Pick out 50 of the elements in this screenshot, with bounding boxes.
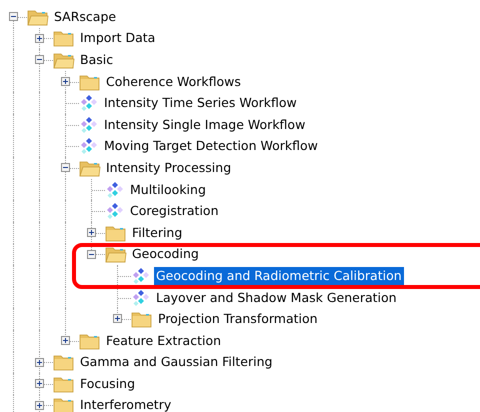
folder-icon [131, 310, 153, 328]
expand-toggle[interactable] [61, 336, 70, 345]
tree-item[interactable]: Geocoding and Radiometric Calibration [154, 266, 404, 285]
folder-icon [53, 29, 75, 48]
open-folder-icon [105, 245, 127, 264]
diamond-tool-icon [105, 202, 125, 220]
expand-toggle[interactable] [113, 314, 122, 324]
diamond-tool-icon [131, 288, 151, 307]
tree-item[interactable]: Multilooking [128, 180, 208, 199]
tree-item[interactable]: Coregistration [128, 202, 220, 220]
folder-icon [53, 374, 75, 393]
open-folder-icon [79, 158, 101, 177]
expand-toggle[interactable] [35, 379, 44, 388]
diamond-tool-icon [105, 180, 125, 199]
expand-toggle[interactable] [35, 34, 44, 43]
collapse-toggle[interactable] [87, 250, 96, 259]
tree-item[interactable]: Moving Target Detection Workflow [102, 137, 320, 156]
diamond-tool-icon [79, 137, 99, 156]
tree-item[interactable]: SARscape [52, 8, 118, 26]
collapse-toggle[interactable] [61, 163, 70, 172]
tree-item[interactable]: Geocoding [130, 245, 201, 264]
tree-item[interactable]: Focusing [78, 374, 138, 393]
collapse-toggle[interactable] [35, 55, 44, 64]
folder-icon [79, 72, 101, 91]
tree-item[interactable]: Import Data [78, 29, 158, 48]
open-folder-icon [53, 50, 75, 69]
expand-toggle[interactable] [35, 358, 44, 366]
tree-item[interactable]: Interferometry [78, 396, 174, 412]
tree-item[interactable]: Projection Transformation [156, 310, 320, 328]
tree-item[interactable]: Intensity Processing [104, 158, 234, 177]
expand-toggle[interactable] [61, 76, 70, 86]
folder-icon [53, 353, 75, 372]
folder-icon [53, 396, 75, 412]
folder-icon [105, 224, 127, 242]
expand-toggle[interactable] [87, 228, 96, 237]
tree-item[interactable]: Gamma and Gaussian Filtering [78, 353, 274, 372]
folder-icon [79, 332, 101, 350]
tree-item[interactable]: Layover and Shadow Mask Generation [154, 288, 399, 307]
diamond-tool-icon [79, 94, 99, 112]
tree-item[interactable]: Basic [78, 50, 116, 69]
tree-item[interactable]: Filtering [130, 224, 184, 242]
tree-item[interactable]: Intensity Time Series Workflow [102, 94, 299, 112]
tree-item[interactable]: Intensity Single Image Workflow [102, 116, 308, 134]
tree-item[interactable]: Feature Extraction [104, 332, 224, 350]
diamond-tool-icon [131, 266, 151, 285]
tree-item[interactable]: Coherence Workflows [104, 72, 243, 91]
open-folder-icon [27, 8, 49, 26]
diamond-tool-icon [79, 116, 99, 134]
collapse-toggle[interactable] [9, 12, 18, 21]
expand-toggle[interactable] [35, 400, 44, 410]
